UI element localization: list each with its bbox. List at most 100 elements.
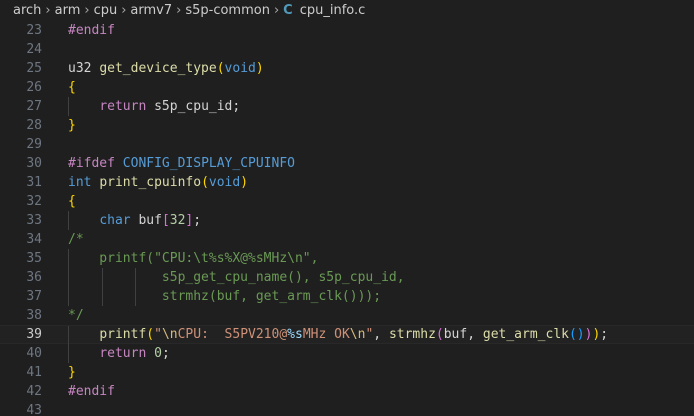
breadcrumb-item-cpu[interactable]: cpu (94, 3, 118, 18)
line-code: #ifdef CONFIG_DISPLAY_CPUINFO (68, 154, 295, 173)
code-token: #endif (68, 384, 115, 399)
line-code: return s5p_cpu_id; (68, 97, 240, 116)
code-token: strmhz (388, 327, 436, 342)
code-token: 0 (154, 346, 162, 361)
code-token: ; (161, 346, 170, 361)
code-line[interactable]: 36 s5p_get_cpu_name(), s5p_cpu_id, (0, 268, 694, 287)
code-token: char (99, 213, 131, 228)
line-code: #endif (68, 21, 115, 40)
code-token: buf (130, 213, 162, 228)
line-number: 29 (26, 137, 42, 152)
code-token: get_device_type (99, 61, 217, 76)
line-code: int print_cpuinfo(void) (68, 173, 248, 192)
breadcrumb-item-armv7[interactable]: armv7 (130, 3, 172, 18)
line-number: 28 (26, 118, 42, 133)
breadcrumb-item-arm[interactable]: arm (55, 3, 81, 18)
code-token: buf, (443, 327, 483, 342)
code-editor[interactable]: arch › arm › cpu › armv7 › s5p-common › … (0, 0, 694, 416)
code-line[interactable]: 27 return s5p_cpu_id; (0, 97, 694, 116)
code-token: return (99, 99, 147, 114)
code-line[interactable]: 33 char buf[32]; (0, 211, 694, 230)
line-number: 43 (26, 403, 42, 416)
line-number: 42 (26, 384, 42, 399)
code-token: 32 (169, 213, 186, 228)
code-line[interactable]: 37 strmhz(buf, get_arm_clk())); (0, 287, 694, 306)
code-token: ( (201, 175, 209, 190)
line-number: 35 (26, 251, 42, 266)
code-token: } (68, 365, 76, 380)
code-line[interactable]: 32 { (0, 192, 694, 211)
code-token: " (154, 327, 162, 342)
code-token: print_cpuinfo (99, 175, 202, 190)
code-line[interactable]: 34 /* (0, 230, 694, 249)
code-token: ) (255, 61, 264, 76)
line-code: s5p_get_cpu_name(), s5p_cpu_id, (68, 268, 405, 287)
line-code: u32 get_device_type(void) (68, 59, 264, 78)
code-token: return (99, 346, 147, 361)
breadcrumb-file-name[interactable]: cpu_info.c (300, 3, 366, 18)
code-line[interactable]: 43 (0, 401, 694, 416)
code-token: CPU: S5PV210@ (177, 327, 288, 342)
code-line[interactable]: 25 u32 get_device_type(void) (0, 59, 694, 78)
code-token: %s (287, 327, 303, 342)
chevron-right-icon: › (84, 3, 90, 18)
code-area[interactable]: 23 #endif 24 25 u32 get_device_type(void) 26{… (0, 21, 694, 416)
line-number: 39 (26, 327, 42, 342)
line-number: 38 (26, 308, 42, 323)
code-token: get_arm_clk (482, 327, 569, 342)
line-number: 24 (26, 42, 42, 57)
line-number: 41 (26, 365, 42, 380)
line-number: 33 (26, 213, 42, 228)
code-token: [ (161, 213, 170, 228)
code-token: ( (216, 61, 225, 76)
code-line[interactable]: 39 printf("\nCPU: S5PV210@%sMHz OK\n", s… (0, 325, 694, 345)
breadcrumb-item-arch[interactable]: arch (13, 3, 41, 18)
code-token: { (68, 194, 76, 209)
line-number: 36 (26, 270, 42, 285)
code-line[interactable]: 35 printf("CPU:\t%s%X@%sMHz\n", (0, 249, 694, 268)
code-token: \n (161, 327, 178, 342)
code-token: printf (99, 327, 147, 342)
code-line[interactable]: 24 (0, 40, 694, 59)
line-code: } (68, 363, 76, 382)
code-line[interactable]: 38 */ (0, 306, 694, 325)
code-line[interactable]: 41} (0, 363, 694, 382)
line-code: char buf[32]; (68, 211, 201, 230)
line-number: 23 (26, 23, 42, 38)
code-token: \n (349, 327, 366, 342)
code-token: } (68, 118, 76, 133)
line-code: { (68, 192, 76, 211)
line-number: 40 (26, 346, 42, 361)
code-line[interactable]: 30 #ifdef CONFIG_DISPLAY_CPUINFO (0, 154, 694, 173)
code-token: printf("CPU:\t%s%X@%sMHz\n", (68, 251, 319, 266)
code-token: , (373, 327, 389, 342)
code-token: ( (435, 327, 444, 342)
code-line[interactable]: 28} (0, 116, 694, 135)
code-token: ( (568, 327, 577, 342)
chevron-right-icon: › (45, 3, 51, 18)
line-code: strmhz(buf, get_arm_clk())); (68, 287, 381, 306)
line-number: 30 (26, 156, 42, 171)
line-code: #endif (68, 382, 115, 401)
line-code: printf("CPU:\t%s%X@%sMHz\n", (68, 249, 318, 268)
code-line[interactable]: 26 { (0, 78, 694, 97)
line-code: /* (68, 230, 84, 249)
breadcrumb-item-s5p-common[interactable]: s5p-common (185, 3, 270, 18)
line-number: 27 (26, 99, 42, 114)
code-line[interactable]: 23 #endif (0, 21, 694, 40)
line-number: 32 (26, 194, 42, 209)
code-line[interactable]: 42 #endif (0, 382, 694, 401)
line-number: 37 (26, 289, 42, 304)
code-token: s5p_cpu_id; (146, 99, 241, 114)
code-line[interactable]: 31 int print_cpuinfo(void) (0, 173, 694, 192)
code-line[interactable]: 29 (0, 135, 694, 154)
code-token: u32 (68, 61, 100, 76)
code-token: { (68, 80, 76, 95)
line-code: return 0; (68, 344, 170, 363)
code-token: ) (576, 327, 585, 342)
c-file-icon: C (283, 3, 293, 18)
line-code: } (68, 116, 76, 135)
code-line[interactable]: 40 return 0; (0, 344, 694, 363)
